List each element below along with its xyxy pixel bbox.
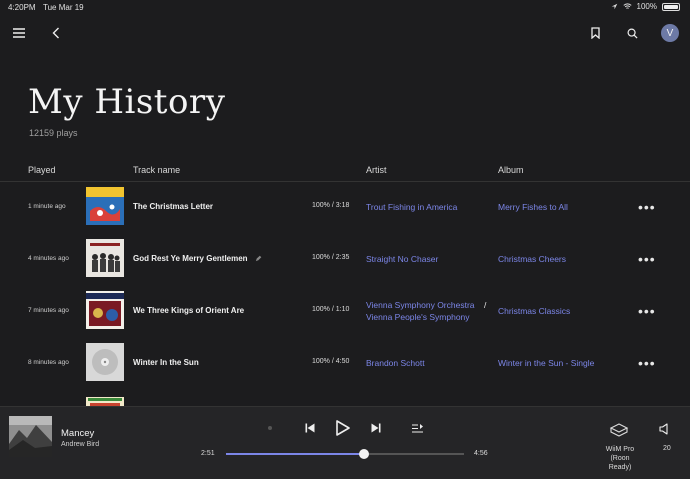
seek-handle[interactable] [359,449,370,459]
track-name[interactable]: God Rest Ye Merry Gentlemen [133,254,248,263]
table-row[interactable]: 8 minutes ago Winter In the Sun 100% / 4… [0,337,690,389]
album-link[interactable]: Merry Fishes to All [498,202,568,212]
status-right: 100% [611,2,680,11]
volume-level: 20 [663,445,671,452]
volume-icon[interactable] [657,422,671,436]
track-progress-duration: 100% / 4:50 [312,358,350,365]
artist-link[interactable]: Vienna Symphony Orchestra [366,300,475,310]
status-time: 4:20PM [8,3,36,12]
table-row[interactable]: 4 minutes ago God Rest Ye Merry Gentleme… [0,233,690,285]
avatar[interactable]: V [661,24,679,42]
track-name[interactable]: We Three Kings of Orient Are [133,306,244,315]
column-artist[interactable]: Artist [366,165,387,175]
more-options-icon[interactable]: ••• [638,199,656,215]
track-progress-duration: 100% / 1:10 [312,306,350,313]
now-playing-artist[interactable]: Andrew Bird [61,441,99,448]
more-options-icon[interactable]: ••• [638,355,656,371]
zone-name-sub: (Roon Ready) [608,455,632,471]
artist-link[interactable]: Trout Fishing in America [366,202,457,212]
now-playing-bar: Mancey Andrew Bird 2:51 4:56 WiiM Pro (R… [0,406,690,479]
seek-bar[interactable] [226,449,464,459]
artist-link[interactable]: Straight No Chaser [366,254,438,264]
wifi-icon [623,3,632,9]
column-played[interactable]: Played [28,165,56,175]
now-playing-title[interactable]: Mancey [61,428,94,439]
total-time: 4:56 [474,450,488,457]
track-name[interactable]: The Christmas Letter [133,202,213,211]
elapsed-time: 2:51 [201,450,215,457]
status-bar: 4:20PM Tue Mar 19 100% [0,0,690,14]
album-art[interactable] [86,239,124,277]
play-count: 12159 plays [29,128,78,138]
zone-name-label: WiiM Pro [605,446,635,453]
menu-icon[interactable] [12,27,26,39]
album-link[interactable]: Winter in the Sun - Single [498,358,594,368]
previous-track-icon[interactable] [303,421,317,435]
queue-icon[interactable] [410,421,424,435]
column-track[interactable]: Track name [133,165,180,175]
back-icon[interactable] [50,27,62,39]
album-art[interactable] [86,187,124,225]
search-icon[interactable] [625,26,639,40]
location-icon [611,3,617,10]
artist-separator: / [484,300,487,310]
more-options-icon[interactable]: ••• [638,251,656,267]
played-time: 1 minute ago [28,203,66,210]
table-row[interactable]: 7 minutes ago We Three Kings of Orient A… [0,285,690,337]
status-date: Tue Mar 19 [43,3,84,12]
column-album[interactable]: Album [498,165,524,175]
album-art[interactable] [86,291,124,329]
track-name[interactable]: Winter In the Sun [133,358,199,367]
track-progress-duration: 100% / 2:35 [312,254,350,261]
table-row[interactable]: 1 minute ago The Christmas Letter 100% /… [0,181,690,233]
played-time: 7 minutes ago [28,307,69,314]
played-time: 8 minutes ago [28,359,69,366]
album-link[interactable]: Christmas Cheers [498,254,566,264]
played-time: 4 minutes ago [28,255,69,262]
album-art[interactable] [86,395,124,406]
now-playing-album-art[interactable] [9,416,52,457]
bookmark-icon[interactable] [589,26,601,40]
battery-percent: 100% [636,2,657,11]
artist-link[interactable]: Vienna People's Symphony [366,312,470,322]
more-options-icon[interactable]: ••• [638,303,656,319]
next-track-icon[interactable] [369,421,383,435]
zone-speaker-icon[interactable] [608,420,630,440]
battery-icon [662,2,680,11]
play-icon[interactable] [334,418,352,438]
pencil-icon[interactable] [255,255,262,262]
artist-link[interactable]: Brandon Schott [366,358,425,368]
zone-name[interactable]: WiiM Pro (Roon Ready) [599,445,641,472]
radio-indicator-icon [268,426,272,430]
track-progress-duration: 100% / 3:18 [312,202,350,209]
album-art[interactable] [86,343,124,381]
page-title: My History [28,82,226,122]
album-link[interactable]: Christmas Classics [498,306,570,316]
seek-bar-fill [226,453,365,455]
